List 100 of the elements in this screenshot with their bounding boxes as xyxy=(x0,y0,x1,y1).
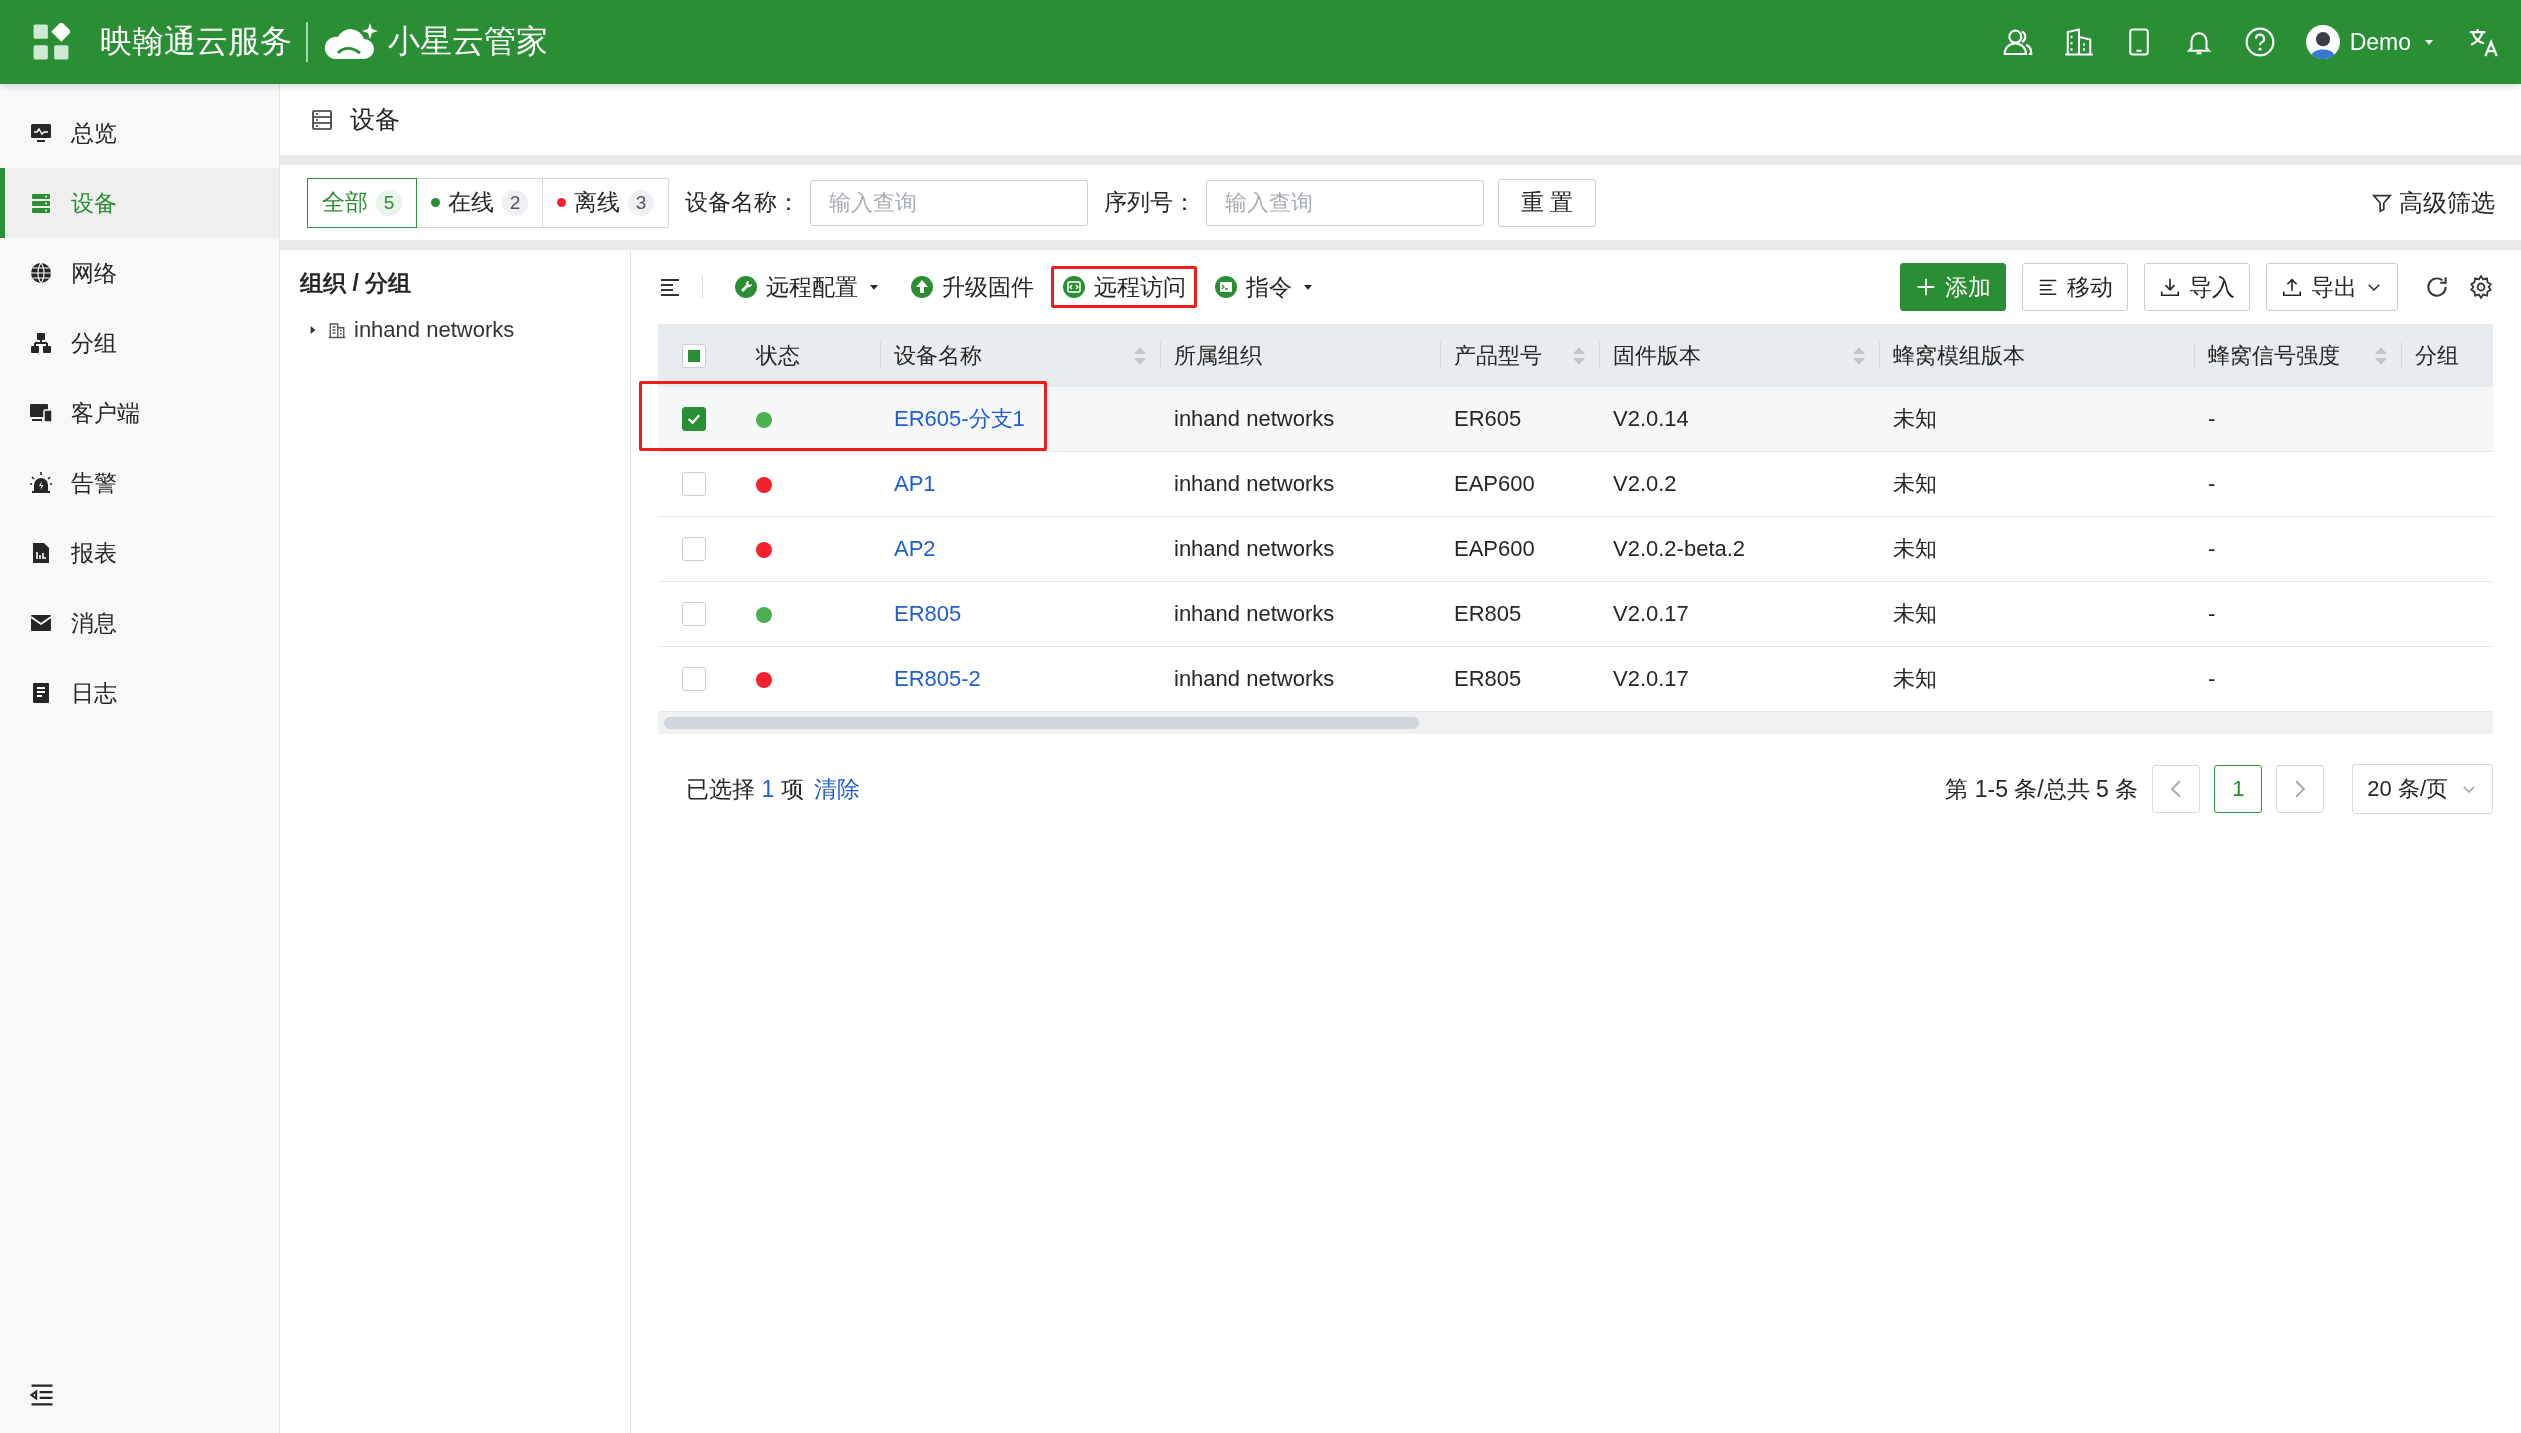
chevron-right-icon xyxy=(2295,780,2306,798)
nav-item[interactable]: 设备 xyxy=(0,168,279,238)
page-range: 第 1-5 条/总共 5 条 xyxy=(1945,774,2139,804)
column-header: 分组 xyxy=(2415,341,2459,370)
status-tab[interactable]: 离线 3 xyxy=(542,177,669,228)
search-field[interactable]: 输入查询 xyxy=(810,179,1088,226)
table-cell: EAP600 xyxy=(1454,471,1535,496)
device-name-link[interactable]: AP2 xyxy=(894,536,936,561)
table-cell: V2.0.14 xyxy=(1613,406,1689,431)
column-header: 所属组织 xyxy=(1174,341,1262,370)
checkbox[interactable] xyxy=(682,407,706,431)
tree-item[interactable]: inhand networks xyxy=(354,317,515,343)
table-cell: - xyxy=(2208,406,2216,431)
nav-item[interactable]: 总览 xyxy=(0,98,279,168)
checkbox[interactable] xyxy=(682,667,706,691)
table-cell: ER805 xyxy=(1454,601,1522,626)
upload-icon xyxy=(2281,276,2303,298)
table-cell: 未知 xyxy=(1893,536,1937,561)
nav-item[interactable]: 日志 xyxy=(0,658,279,728)
nav-item[interactable]: 客户端 xyxy=(0,378,279,448)
table-cell: V2.0.17 xyxy=(1613,666,1689,691)
field-label: 序列号： xyxy=(1104,188,1196,217)
advanced-filter-button[interactable]: 高级筛选 xyxy=(2371,186,2495,219)
refresh-icon[interactable] xyxy=(2424,274,2450,300)
table-cell: 未知 xyxy=(1893,601,1937,626)
toolbar-button[interactable]: 移动 xyxy=(2022,263,2128,311)
column-header: 状态 xyxy=(756,341,800,370)
clear-link[interactable]: 清除 xyxy=(813,773,860,805)
selection-summary: 已选择 1 项 xyxy=(686,774,804,804)
checkbox[interactable] xyxy=(682,602,706,626)
nav-item[interactable]: 报表 xyxy=(0,518,279,588)
table-cell: inhand networks xyxy=(1174,601,1335,626)
product-name: 小星云管家 xyxy=(388,22,548,61)
table-cell: 未知 xyxy=(1893,471,1937,496)
list-icon xyxy=(310,107,334,132)
toolbar-action[interactable]: 指令 xyxy=(1203,266,1327,308)
status-tab[interactable]: 在线 2 xyxy=(416,177,543,228)
table-cell: V2.0.2 xyxy=(1613,471,1677,496)
status-tab[interactable]: 全部 5 xyxy=(307,177,417,228)
toolbar-action[interactable]: 远程配置 xyxy=(723,266,893,308)
building-icon xyxy=(328,321,346,339)
add-button[interactable]: 添加 xyxy=(1900,263,2006,311)
help-icon[interactable] xyxy=(2243,26,2276,58)
page-title: 设备 xyxy=(350,104,400,135)
page-size-select[interactable]: 20 条/页 xyxy=(2352,764,2493,814)
panel-title: 组织 / 分组 xyxy=(300,269,413,298)
page-button[interactable]: 1 xyxy=(2214,765,2263,813)
upload-icon xyxy=(910,275,934,299)
device-name-link[interactable]: ER605-分支1 xyxy=(894,406,1025,431)
table-cell: V2.0.17 xyxy=(1613,601,1689,626)
table-cell: inhand networks xyxy=(1174,536,1335,561)
toolbar-action[interactable]: 远程访问 xyxy=(1051,266,1197,308)
table-cell: - xyxy=(2208,601,2216,626)
brand-name: 映翰通云服务 xyxy=(100,22,292,61)
checkbox[interactable] xyxy=(682,472,706,496)
toolbar-button[interactable]: 导入 xyxy=(2144,263,2250,311)
column-header[interactable]: 固件版本 xyxy=(1613,340,1701,371)
toolbar-button[interactable]: 导出 xyxy=(2266,263,2398,311)
device-name-link[interactable]: ER805-2 xyxy=(894,666,981,691)
table-cell: - xyxy=(2208,471,2216,496)
table-cell: 未知 xyxy=(1893,666,1937,691)
horizontal-scrollbar[interactable] xyxy=(658,712,2493,734)
select-all-checkbox[interactable] xyxy=(682,343,706,368)
nav-item[interactable]: 消息 xyxy=(0,588,279,658)
table-cell: 未知 xyxy=(1893,406,1937,431)
nav-item[interactable]: 分组 xyxy=(0,308,279,378)
table-cell: V2.0.2-beta.2 xyxy=(1613,536,1746,561)
server-icon xyxy=(29,191,53,215)
search-field[interactable]: 输入查询 xyxy=(1206,179,1484,226)
toolbar-action[interactable]: 升级固件 xyxy=(899,266,1045,308)
user-name[interactable]: Demo xyxy=(2349,28,2411,56)
wrench-icon xyxy=(734,275,758,299)
nav-item[interactable]: 告警 xyxy=(0,448,279,518)
column-header[interactable]: 设备名称 xyxy=(894,340,982,371)
terminal-icon xyxy=(1214,275,1238,299)
nav-item[interactable]: 网络 xyxy=(0,238,279,308)
alarm-icon xyxy=(29,471,53,495)
avatar-icon[interactable] xyxy=(2305,25,2340,59)
devices-icon xyxy=(29,401,53,425)
table-cell: inhand networks xyxy=(1174,471,1335,496)
table-cell: inhand networks xyxy=(1174,406,1335,431)
building-icon[interactable] xyxy=(2063,27,2094,57)
table-cell: - xyxy=(2208,536,2216,561)
table-cell: - xyxy=(2208,666,2216,691)
settings-icon[interactable] xyxy=(2468,274,2494,300)
globe-icon xyxy=(29,261,53,285)
checkbox[interactable] xyxy=(682,537,706,561)
apps-icon[interactable] xyxy=(32,23,70,61)
hierarchy-icon xyxy=(29,331,53,355)
monitor-icon xyxy=(29,121,53,145)
column-header: 蜂窝模组版本 xyxy=(1893,341,2025,370)
device-name-link[interactable]: ER805 xyxy=(894,601,962,626)
device-name-link[interactable]: AP1 xyxy=(894,471,936,496)
plus-icon xyxy=(1915,276,1937,298)
reset-button[interactable]: 重 置 xyxy=(1498,178,1597,227)
table-cell: ER605 xyxy=(1454,406,1522,431)
code-window-icon xyxy=(1062,275,1086,299)
chevron-left-icon xyxy=(2171,780,2182,798)
table-cell: ER805 xyxy=(1454,666,1522,691)
table-cell: EAP600 xyxy=(1454,536,1535,561)
